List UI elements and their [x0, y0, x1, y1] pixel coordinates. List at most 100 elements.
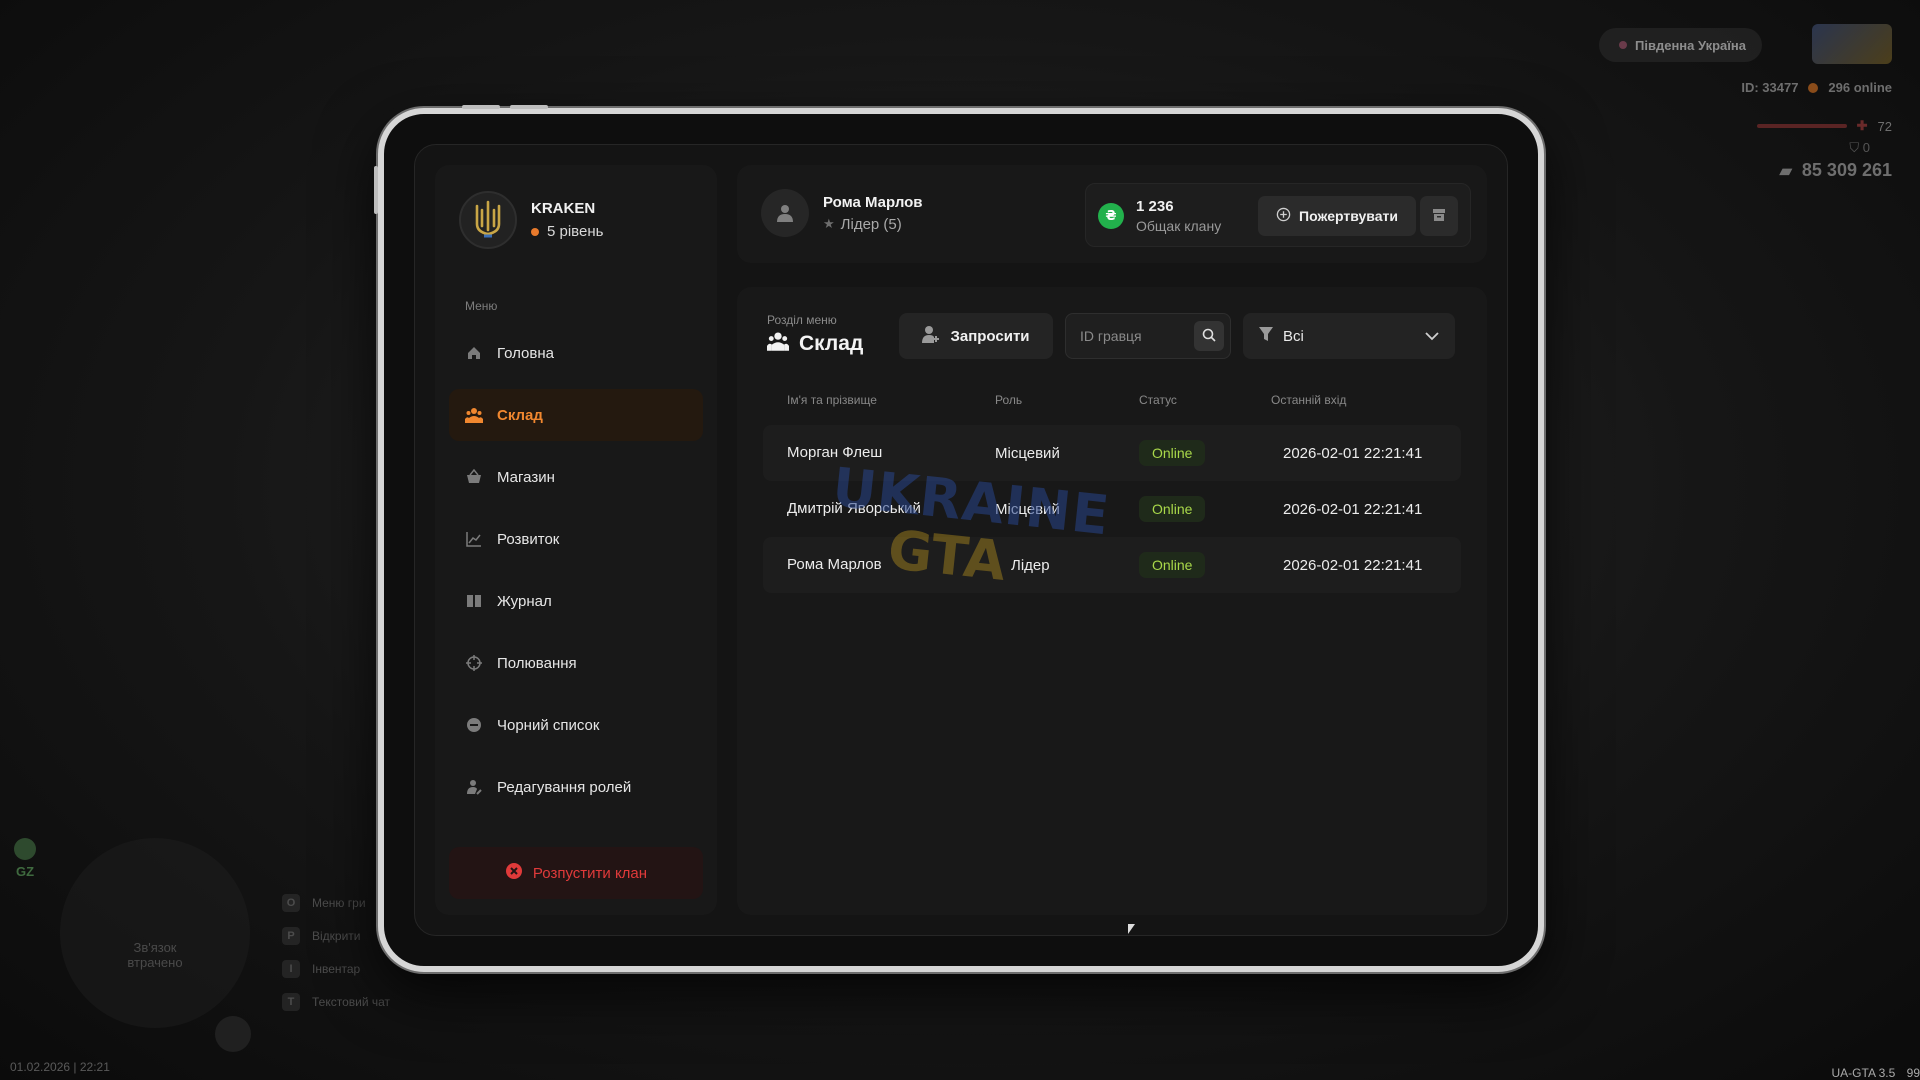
clan-profile: KRAKEN 5 рівень — [435, 165, 717, 249]
key-label: Текстовий чат — [312, 994, 391, 1009]
clan-sidebar: KRAKEN 5 рівень Меню Головна Склад Магаз… — [435, 165, 717, 915]
close-circle-icon — [505, 862, 523, 884]
menu-item-label: Розвиток — [497, 530, 560, 548]
disband-label: Розпустити клан — [532, 864, 648, 882]
bank-label: Общак клану — [1136, 218, 1222, 234]
menu-item-shop[interactable]: Магазин — [449, 451, 703, 503]
level-dot-icon — [531, 227, 539, 236]
key-cap: I — [282, 959, 300, 978]
clan-tablet: KRAKEN 5 рівень Меню Головна Склад Магаз… — [374, 105, 1544, 972]
user-bar: Рома Марлов ★ Лідер (5) ₴ 1 236 Общак кл… — [737, 165, 1487, 263]
menu-item-label: Журнал — [497, 592, 552, 610]
member-name: Дмитрій Яворський — [787, 500, 921, 517]
member-last-login: 2026-02-01 22:21:41 — [1283, 500, 1423, 518]
keybind-hint: I Інвентар — [282, 952, 390, 985]
health-cross-icon: ✚ — [1856, 118, 1868, 133]
column-header-name: Ім'я та прізвище — [787, 393, 877, 407]
server-badge: Південна Україна — [1599, 28, 1762, 62]
member-role: Лідер — [1011, 556, 1050, 574]
people-icon — [465, 406, 483, 424]
member-last-login: 2026-02-01 22:21:41 — [1283, 444, 1423, 462]
menu-item-role-editor[interactable]: Редагування ролей — [449, 761, 703, 813]
keybind-hint: P Відкрити — [282, 919, 390, 952]
hryvnia-coin-icon: ₴ — [1098, 203, 1124, 229]
health-bar — [1756, 124, 1847, 128]
online-dot-icon — [1808, 82, 1819, 93]
key-cap: O — [282, 893, 300, 912]
money-value: 85 309 261 — [1801, 160, 1892, 180]
greenzone-shield-icon — [14, 838, 36, 860]
user-edit-icon — [465, 778, 483, 796]
filter-value: Всі — [1283, 327, 1304, 345]
menu-caption: Меню — [465, 299, 498, 313]
radar-status: Зв'язок втрачено — [127, 940, 183, 970]
member-name: Морган Флеш — [787, 444, 883, 461]
chevron-down-icon — [1425, 328, 1439, 345]
section-title: Склад — [767, 331, 863, 357]
user-role: ★ Лідер (5) — [823, 216, 923, 233]
minimap — [60, 838, 250, 1028]
status-badge: Online — [1139, 552, 1206, 578]
status-badge: Online — [1139, 440, 1206, 466]
table-row[interactable]: Дмитрій Яворський Місцевий Online 2026-0… — [763, 481, 1461, 537]
player-search — [1065, 313, 1231, 359]
keybind-hint: T Текстовий чат — [282, 985, 390, 1018]
game-version: UA-GTA 3.5 — [1831, 1066, 1896, 1080]
menu-item-journal[interactable]: Журнал — [449, 575, 703, 627]
search-button[interactable] — [1194, 321, 1224, 351]
player-id-input[interactable] — [1080, 326, 1190, 346]
bank-history-button[interactable] — [1420, 196, 1458, 236]
menu-item-label: Редагування ролей — [497, 778, 632, 796]
column-header-status: Статус — [1139, 393, 1177, 407]
menu-item-label: Чорний список — [497, 716, 600, 734]
armor-value: 0 — [1862, 140, 1870, 155]
member-status: Online — [1139, 496, 1271, 522]
home-icon — [465, 344, 483, 362]
greenzone-label: GZ — [15, 864, 35, 879]
menu-item-home[interactable]: Головна — [449, 327, 703, 379]
avatar-icon — [761, 189, 809, 237]
clan-info: KRAKEN 5 рівень — [531, 200, 603, 240]
donate-label: Пожертвувати — [1299, 208, 1398, 224]
menu-item-label: Полювання — [497, 654, 577, 672]
tablet-screen: KRAKEN 5 рівень Меню Головна Склад Магаз… — [414, 144, 1508, 936]
member-status: Online — [1139, 552, 1271, 578]
key-label: Відкрити — [312, 928, 361, 943]
user-role-text: Лідер (5) — [840, 215, 902, 233]
member-status: Online — [1139, 440, 1271, 466]
member-role: Місцевий — [995, 444, 1060, 462]
menu-item-label: Головна — [497, 344, 554, 362]
chart-icon — [465, 530, 483, 548]
fps-counter: 99 — [1906, 1066, 1920, 1080]
online-count: 296 online — [1828, 80, 1892, 95]
greenzone-indicator: GZ — [14, 838, 36, 879]
current-user: Рома Марлов ★ Лідер (5) — [761, 189, 923, 237]
disband-clan-button[interactable]: Розпустити клан — [449, 847, 703, 899]
menu-item-blacklist[interactable]: Чорний список — [449, 699, 703, 751]
minus-circle-icon — [465, 716, 483, 734]
table-header: Ім'я та прізвище Роль Статус Останній вх… — [787, 393, 1457, 407]
invite-button[interactable]: Запросити — [899, 313, 1053, 359]
user-name: Рома Марлов — [823, 193, 923, 211]
menu-item-roster[interactable]: Склад — [449, 389, 703, 441]
table-row[interactable]: Морган Флеш Місцевий Online 2026-02-01 2… — [763, 425, 1461, 481]
basket-icon — [465, 468, 483, 486]
clan-level: 5 рівень — [531, 223, 603, 240]
tablet-power-button — [374, 166, 378, 214]
donate-button[interactable]: Пожертвувати — [1258, 196, 1416, 236]
mouse-cursor-icon — [1128, 924, 1135, 934]
key-label: Інвентар — [312, 961, 361, 976]
star-icon: ★ — [823, 216, 835, 231]
role-filter-select[interactable]: Всі — [1243, 313, 1455, 359]
menu-item-hunting[interactable]: Полювання — [449, 637, 703, 689]
user-info: Рома Марлов ★ Лідер (5) — [823, 194, 923, 233]
section-caption: Розділ меню — [767, 313, 837, 327]
hud-top-right: Південна Україна ID: 33477 296 online ✚ … — [1572, 24, 1892, 184]
table-row[interactable]: Рома Марлов Лідер Online 2026-02-01 22:2… — [763, 537, 1461, 593]
keybind-hints: O Меню гри P Відкрити I Інвентар T Текстовий… — [282, 886, 390, 1018]
plus-circle-icon — [1276, 207, 1291, 225]
menu-item-development[interactable]: Розвиток — [449, 513, 703, 565]
clan-level-text: 5 рівень — [547, 223, 604, 240]
status-badge: Online — [1139, 496, 1206, 522]
member-last-login: 2026-02-01 22:21:41 — [1283, 556, 1423, 574]
